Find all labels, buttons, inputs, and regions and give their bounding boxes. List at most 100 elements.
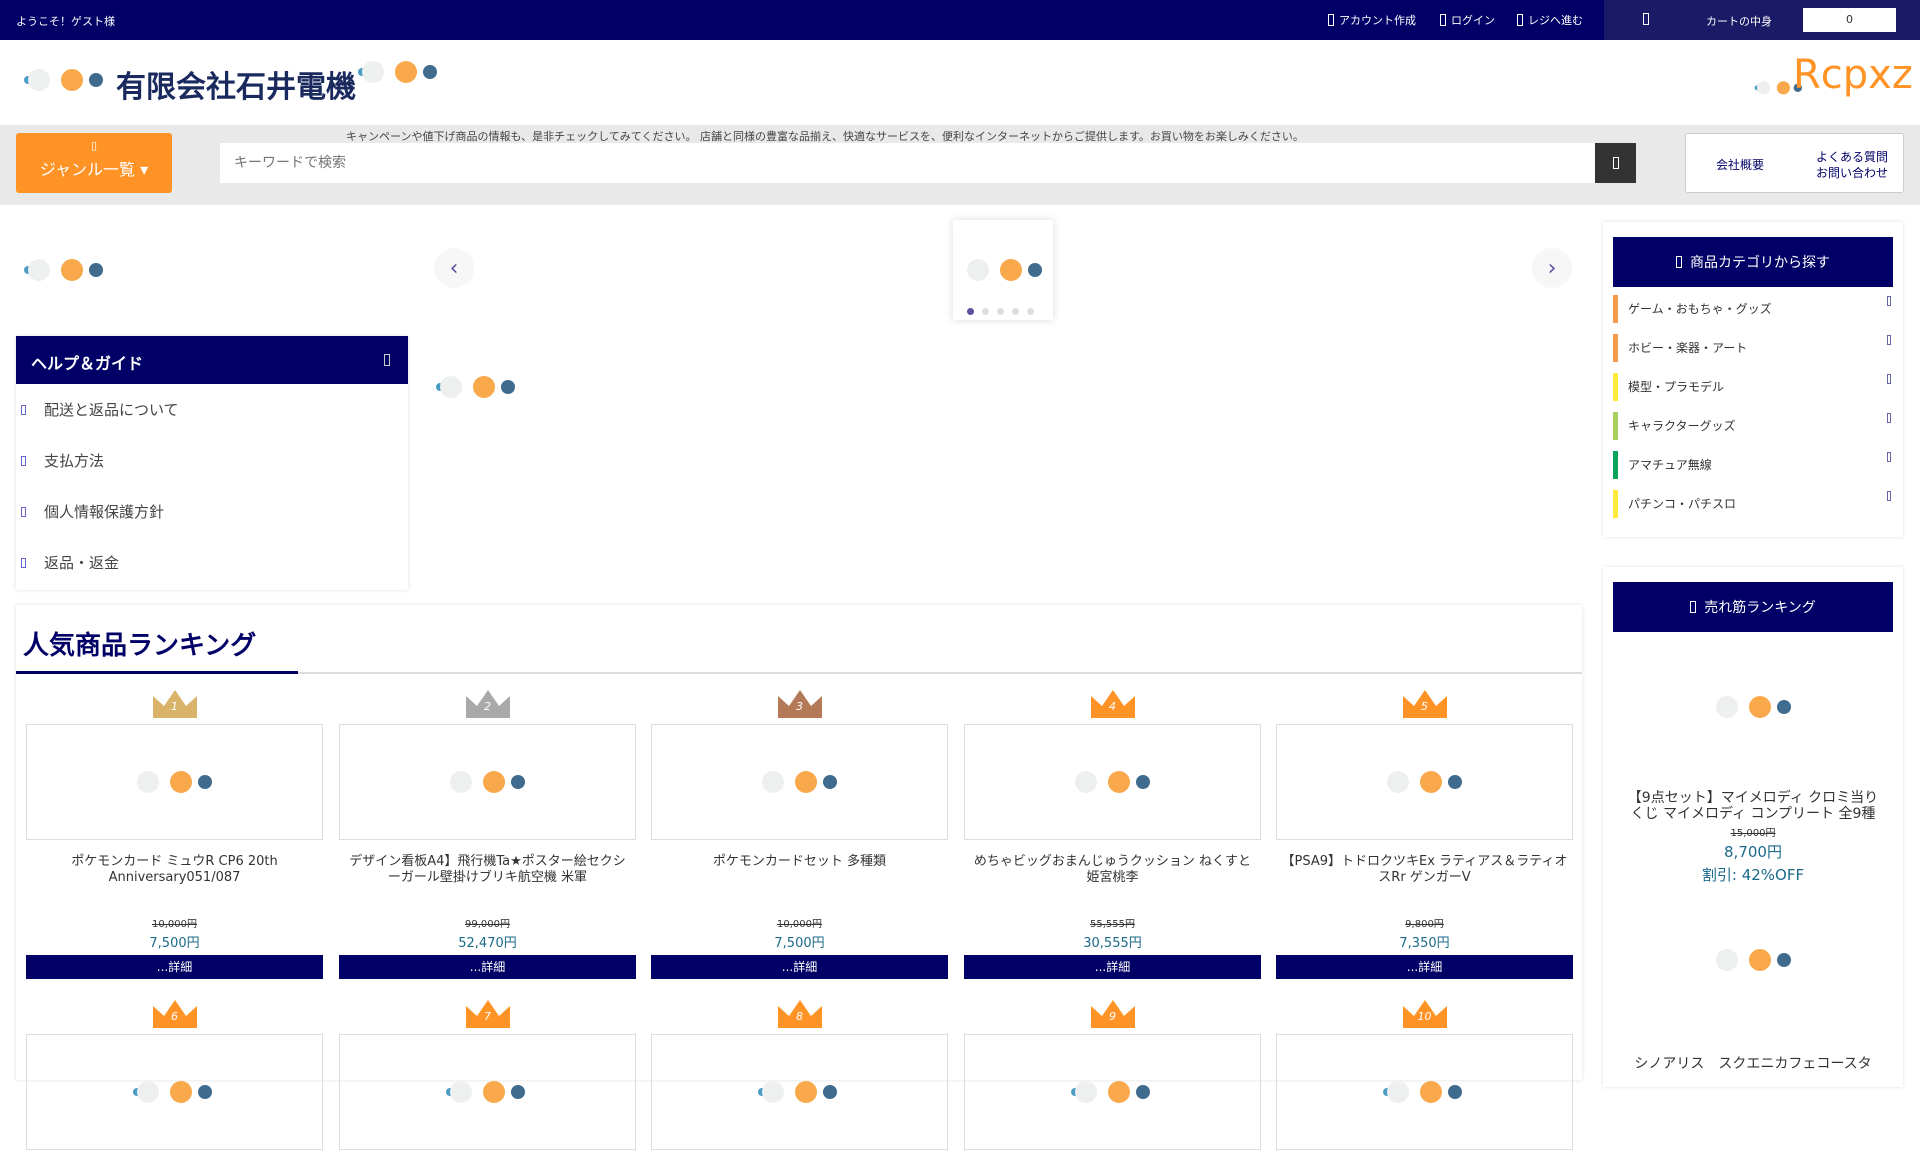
product-name[interactable]: ポケモンカード ミュウR CP6 20th Anniversary051/087 [26,854,323,910]
rank-number: 2 [484,700,491,713]
rank-crown-icon: 2 [465,690,510,718]
category-item[interactable]: ホビー・楽器・アート [1613,330,1893,365]
rank-number: 3 [796,700,803,713]
chevron-right-icon [1887,413,1891,423]
help-item[interactable]: 配送と返品について [16,384,408,435]
cart-icon [1643,13,1649,25]
help-item[interactable]: 個人情報保護方針 [16,486,408,537]
carousel-dot[interactable] [967,308,974,315]
bestseller-name: シノアリス スクエニカフェコースタ [1634,1056,1872,1072]
search-input[interactable] [220,143,1595,183]
help-guide-header[interactable]: ヘルプ＆ガイド [16,336,408,384]
cart[interactable]: カートの中身 0 [1604,0,1920,40]
chevron-right-icon [21,506,26,517]
carousel-slide[interactable] [953,220,1053,320]
category-label: パチンコ・パチスロ [1628,497,1737,511]
search-icon [1612,157,1619,169]
product-image[interactable] [964,1034,1261,1150]
company-link[interactable]: 会社概要 [1716,156,1764,173]
detail-button[interactable]: ...詳細 [651,955,948,979]
help-item-label: 配送と返品について [44,401,179,419]
help-item[interactable]: 支払方法 [16,435,408,486]
bestseller-item[interactable]: 【9点セット】マイメロディ クロミ当りくじ マイメロディ コンプリート 全9種 … [1603,632,1903,885]
help-item-label: 個人情報保護方針 [44,503,165,521]
category-item[interactable]: 模型・プラモデル [1613,369,1893,404]
banner-loader [24,259,103,285]
category-color-bar [1613,372,1618,401]
product-image[interactable] [26,724,323,840]
site-brand[interactable]: 有限会社石井電機 [116,62,356,106]
category-label: 模型・プラモデル [1628,380,1725,394]
category-title: 商品カテゴリから探す [1690,255,1830,271]
category-item[interactable]: パチンコ・パチスロ [1613,486,1893,521]
bestseller-name: 【9点セット】マイメロディ クロミ当りくじ マイメロディ コンプリート 全9種 [1627,790,1879,822]
product-name[interactable]: ポケモンカードセット 多種類 [651,854,948,910]
price: 30,555円 [1083,936,1142,951]
carousel-dot[interactable] [1012,308,1019,315]
help-guide-panel: ヘルプ＆ガイド 配送と返品について支払方法個人情報保護方針 返品・返金 [16,336,408,590]
product-image[interactable] [651,1034,948,1150]
login-label: ログイン [1451,14,1495,27]
store-logo[interactable]: Rcpxz [1793,52,1913,98]
trophy-icon [1690,601,1697,613]
rank-crown-icon: 4 [1090,690,1135,718]
detail-button[interactable]: ...詳細 [964,955,1261,979]
product-card: 4 めちゃビッグおまんじゅうクッション ねくすと 姫宮桃李 55,555円 30,55… [964,690,1261,979]
carousel-dot[interactable] [997,308,1004,315]
help-item[interactable]: 返品・返金 [16,537,408,588]
chevron-right-icon [21,455,26,466]
rank-crown-icon: 8 [777,1000,822,1028]
bestseller-item[interactable]: シノアリス スクエニカフェコースタ [1603,885,1903,1073]
product-name[interactable]: デザイン看板A4】飛行機Ta★ポスター絵セクシーガール壁掛けブリキ航空機 米軍 [339,854,636,910]
product-name[interactable]: 【PSA9】トドロクツキEx ラティアス＆ラティオスRr ゲンガーV [1276,854,1573,910]
product-image[interactable] [1276,724,1573,840]
detail-button[interactable]: ...詳細 [26,955,323,979]
product-card: 6 [26,1000,323,1150]
search-button[interactable] [1595,143,1636,183]
rank-crown-icon: 3 [777,690,822,718]
rank-number: 6 [171,1010,178,1023]
detail-button[interactable]: ...詳細 [339,955,636,979]
product-image[interactable] [651,724,948,840]
rank-crown-icon: 6 [152,1000,197,1028]
old-price: 9,800円 [1405,919,1444,930]
category-item[interactable]: ゲーム・おもちゃ・グッズ [1613,291,1893,326]
product-name[interactable]: めちゃビッグおまんじゅうクッション ねくすと 姫宮桃李 [964,854,1261,910]
discount: 割引: 42%OFF [1701,866,1805,884]
image-loader [358,61,437,87]
carousel-prev-button[interactable]: ‹ [434,248,474,288]
product-image[interactable] [964,724,1261,840]
create-account-link[interactable]: アカウント作成 [1328,12,1416,28]
chevron-right-icon [1887,374,1891,384]
detail-button[interactable]: ...詳細 [1276,955,1573,979]
checkout-link[interactable]: レジへ進む [1517,12,1583,28]
product-image[interactable] [1276,1034,1573,1150]
bestseller-panel: 売れ筋ランキング 【9点セット】マイメロディ クロミ当りくじ マイメロディ コン… [1603,567,1903,1087]
product-image[interactable] [339,1034,636,1150]
top-bar: ようこそ！ゲスト様 アカウント作成 ログイン レジへ進む カートの中身 0 [0,0,1920,40]
bestseller-title: 売れ筋ランキング [1704,600,1816,616]
category-item[interactable]: アマチュア無線 [1613,447,1893,482]
category-color-bar [1613,450,1618,479]
contact-link[interactable]: お問い合わせ [1816,164,1888,181]
genre-label: ジャンル一覧 [39,160,136,179]
product-image[interactable] [339,724,636,840]
carousel-dot[interactable] [1027,308,1034,315]
chevron-left-icon: ‹ [449,255,459,281]
login-link[interactable]: ログイン [1440,12,1495,28]
carousel-next-button[interactable]: › [1532,248,1572,288]
genre-menu-button[interactable]: ▯ ジャンル一覧 ▾ [16,133,172,193]
faq-link[interactable]: よくある質問 [1816,148,1888,165]
category-item[interactable]: キャラクターグッズ [1613,408,1893,443]
product-card: 5 【PSA9】トドロクツキEx ラティアス＆ラティオスRr ゲンガーV 9,800… [1276,690,1573,979]
product-card: 7 [339,1000,636,1150]
help-item-label: 返品・返金 [44,554,120,572]
title-underline [16,671,1582,674]
ranking-title: 人気商品ランキング [23,631,257,661]
carousel-pagination [967,308,1034,315]
product-image[interactable] [26,1034,323,1150]
announcement-marquee: キャンペーンや値下げ商品の情報も、是非チェックしてみてください。 店舗と同様の豊… [346,130,1304,143]
product-card: 8 [651,1000,948,1150]
carousel-dot[interactable] [982,308,989,315]
chevron-right-icon [1887,452,1891,462]
